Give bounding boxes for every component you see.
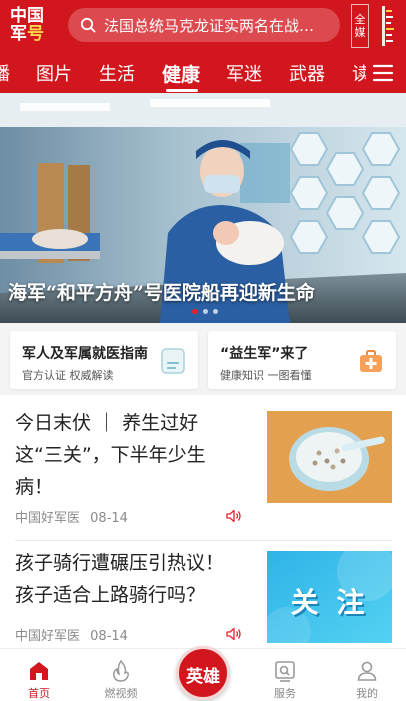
nav-home[interactable]: 首页 <box>4 649 74 701</box>
card-title: 军人及军属就医指南 <box>22 346 148 362</box>
nav-service[interactable]: 服务 <box>250 649 320 701</box>
card-subtitle: 官方认证 权威解读 <box>22 369 114 382</box>
attention-text: 关 注 <box>290 586 369 619</box>
tab-broadcast[interactable]: 播 <box>0 60 10 86</box>
news-thumbnail <box>267 411 392 503</box>
porridge-bowl-image <box>267 411 392 503</box>
nav-flame-video[interactable]: 燃视频 <box>86 649 156 701</box>
card-title: “益生军”来了 <box>220 346 309 362</box>
logo-line1: 中国 <box>10 6 44 26</box>
news-date: 08-14 <box>90 511 128 526</box>
tab-health[interactable]: 健康 <box>162 60 200 87</box>
yishengjun-card[interactable]: “益生军”来了 健康知识 一图看懂 <box>208 331 396 389</box>
news-thumbnail: 关 注 <box>267 551 392 643</box>
news-title: 今日末伏 ｜ 养生过好这“三关”，下半年少生病！ <box>15 412 206 498</box>
medical-kit-icon <box>360 350 382 372</box>
logo-line2-a: 军 <box>10 24 27 44</box>
logo-line2-b: 号 <box>27 24 44 44</box>
nav-profile[interactable]: 我的 <box>332 649 402 701</box>
nav-hero[interactable]: 英雄 <box>176 646 230 700</box>
pagination-dot <box>203 309 208 314</box>
news-title: 孩子骑行遭碾压引热议！孩子适合上路骑行吗？ <box>15 552 225 606</box>
search-placeholder: 法国总统马克龙证实两名在战… <box>104 16 315 35</box>
document-icon <box>161 348 185 374</box>
app-header: 中国 军号 法国总统马克龙证实两名在战… 全媒 播 图片 生活 健康 军迷 武器… <box>0 0 406 93</box>
tab-weapons[interactable]: 武器 <box>289 60 325 86</box>
home-icon <box>30 662 48 680</box>
tab-pictures[interactable]: 图片 <box>36 60 72 86</box>
tab-life[interactable]: 生活 <box>99 60 135 86</box>
active-tab-indicator <box>166 89 198 92</box>
nav-label: 首页 <box>28 687 50 700</box>
nav-label: 燃视频 <box>104 687 138 700</box>
news-item[interactable]: 孩子骑行遭碾压引热议！孩子适合上路骑行吗？ 中国好军医 08-14 关 注 <box>0 541 406 648</box>
tab-military-fans[interactable]: 军迷 <box>226 60 262 86</box>
channel-tabs: 播 图片 生活 健康 军迷 武器 读 <box>0 54 366 93</box>
pagination-dot <box>213 309 218 314</box>
speaker-icon[interactable] <box>226 509 242 523</box>
all-media-label: 全媒 <box>351 4 369 48</box>
card-subtitle: 健康知识 一图看懂 <box>220 369 312 382</box>
medical-guide-card[interactable]: 军人及军属就医指南 官方认证 权威解读 <box>10 331 198 389</box>
search-icon <box>80 17 96 33</box>
profile-icon <box>357 661 377 681</box>
news-source: 中国好军医 <box>15 511 81 526</box>
menu-icon[interactable] <box>370 60 396 86</box>
signal-bars-icon <box>382 6 394 46</box>
search-bar[interactable]: 法国总统马克龙证实两名在战… <box>68 8 340 42</box>
news-meta: 中国好军医 08-14 <box>15 625 128 644</box>
pagination-dot <box>192 309 198 314</box>
news-meta: 中国好军医 08-14 <box>15 507 128 526</box>
service-cards: 军人及军属就医指南 官方认证 权威解读 “益生军”来了 健康知识 一图看懂 <box>0 323 406 395</box>
banner-title: 海军“和平方舟”号医院船再迎新生命 <box>8 282 315 304</box>
nav-label: 服务 <box>274 687 296 700</box>
speaker-icon[interactable] <box>226 627 242 641</box>
service-icon <box>275 661 295 682</box>
tab-reading[interactable]: 读 <box>352 60 366 86</box>
nav-label: 我的 <box>356 687 378 700</box>
all-media-button[interactable]: 全媒 <box>351 4 397 48</box>
hero-icon: 英雄 <box>186 667 220 687</box>
flame-video-icon <box>113 659 129 682</box>
app-logo[interactable]: 中国 军号 <box>10 7 56 45</box>
hero-banner[interactable]: 海军“和平方舟”号医院船再迎新生命 <box>0 93 406 323</box>
banner-pagination <box>192 309 218 314</box>
news-date: 08-14 <box>90 629 128 644</box>
news-source: 中国好军医 <box>15 629 81 644</box>
news-item[interactable]: 今日末伏 ｜ 养生过好这“三关”，下半年少生病！ 中国好军医 08-14 <box>0 395 406 541</box>
